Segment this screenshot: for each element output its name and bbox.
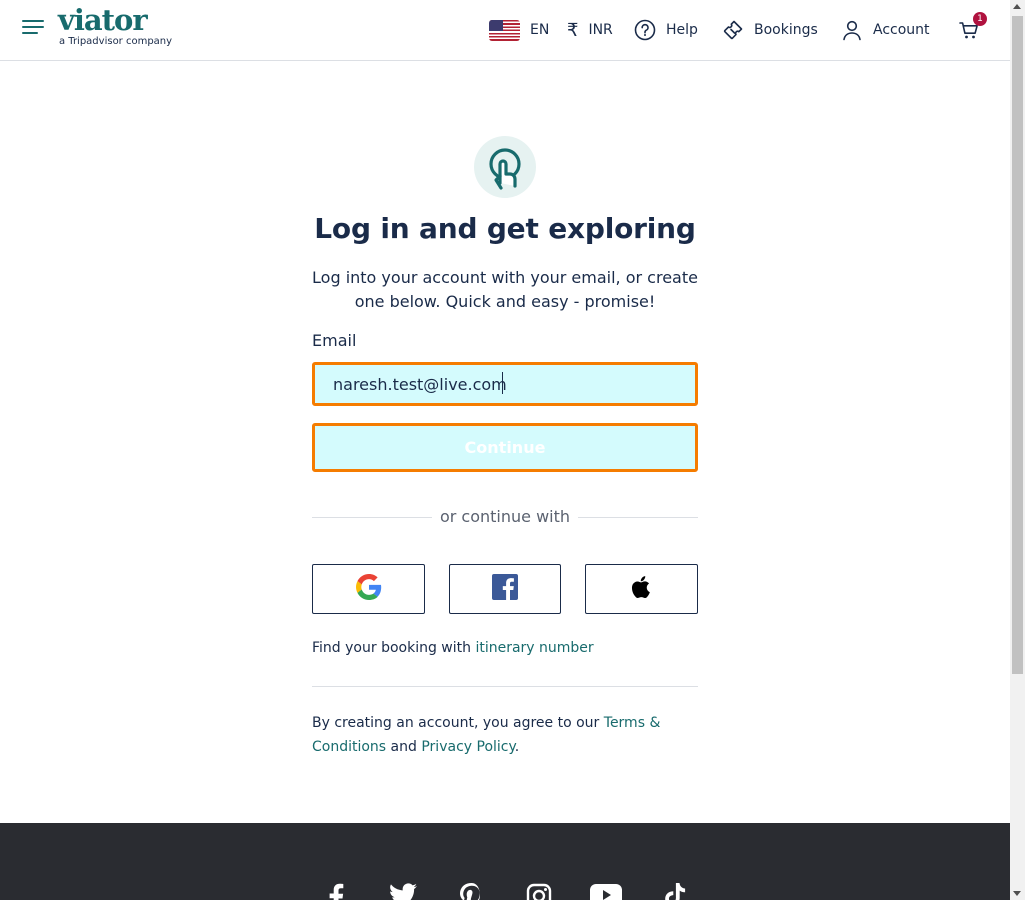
google-icon	[355, 574, 382, 604]
tap-hand-icon	[474, 136, 536, 198]
terms-suffix: .	[514, 739, 520, 755]
login-subtitle: Log into your account with your email, o…	[312, 268, 698, 311]
youtube-icon[interactable]	[590, 883, 622, 900]
tiktok-icon[interactable]	[664, 883, 686, 900]
menu-icon[interactable]	[22, 20, 44, 38]
continue-button[interactable]: Continue	[312, 423, 698, 472]
itinerary-number-link[interactable]: itinerary number	[475, 640, 593, 656]
google-login-button[interactable]	[312, 564, 425, 614]
pinterest-icon[interactable]	[460, 883, 482, 900]
user-icon	[841, 19, 863, 41]
footer	[0, 823, 1010, 900]
help-link[interactable]: Help	[634, 14, 698, 46]
language-selector[interactable]: EN	[489, 14, 549, 46]
section-divider	[312, 686, 698, 687]
help-label: Help	[666, 22, 698, 38]
terms-and: and	[386, 739, 422, 755]
rupee-icon: ₹	[567, 19, 579, 41]
terms-prefix: By creating an account, you agree to our	[312, 715, 604, 731]
logo-subtitle: a Tripadvisor company	[59, 36, 173, 47]
apple-icon	[629, 574, 655, 604]
help-icon	[634, 19, 656, 41]
login-title: Log in and get exploring	[314, 212, 696, 245]
page: viator a Tripadvisor company EN ₹ INR He…	[0, 0, 1025, 900]
instagram-icon[interactable]	[526, 883, 552, 900]
twitter-icon[interactable]	[389, 883, 417, 900]
email-input[interactable]	[312, 362, 698, 406]
privacy-policy-link[interactable]: Privacy Policy	[421, 739, 514, 755]
scrollbar-thumb[interactable]	[1012, 16, 1023, 674]
account-label: Account	[873, 22, 930, 38]
page-scrollbar[interactable]	[1010, 0, 1025, 900]
scroll-down-icon[interactable]	[1013, 891, 1021, 896]
facebook-icon[interactable]	[328, 883, 344, 900]
itinerary-prefix: Find your booking with	[312, 640, 476, 656]
apple-login-button[interactable]	[585, 564, 698, 614]
top-header: viator a Tripadvisor company EN ₹ INR He…	[0, 0, 1010, 61]
us-flag-icon	[489, 19, 520, 41]
logo-wordmark: viator	[58, 3, 148, 37]
language-label: EN	[530, 22, 550, 38]
account-link[interactable]: Account	[841, 14, 930, 46]
itinerary-line: Find your booking with itinerary number	[312, 640, 594, 656]
scroll-up-icon[interactable]	[1013, 4, 1021, 9]
currency-selector[interactable]: ₹ INR	[567, 14, 613, 46]
facebook-login-button[interactable]	[449, 564, 561, 614]
cart-count-badge: 1	[973, 12, 987, 26]
bookings-label: Bookings	[754, 22, 818, 38]
facebook-icon	[492, 574, 518, 604]
terms-text: By creating an account, you agree to our…	[312, 711, 698, 759]
bookings-link[interactable]: Bookings	[722, 14, 818, 46]
social-divider: or continue with	[312, 506, 698, 528]
viator-logo[interactable]: viator a Tripadvisor company	[58, 4, 172, 48]
email-label: Email	[312, 331, 357, 350]
ticket-icon	[722, 19, 744, 41]
cart-button[interactable]: 1	[958, 12, 987, 46]
currency-label: INR	[588, 22, 613, 38]
text-caret	[502, 372, 503, 394]
